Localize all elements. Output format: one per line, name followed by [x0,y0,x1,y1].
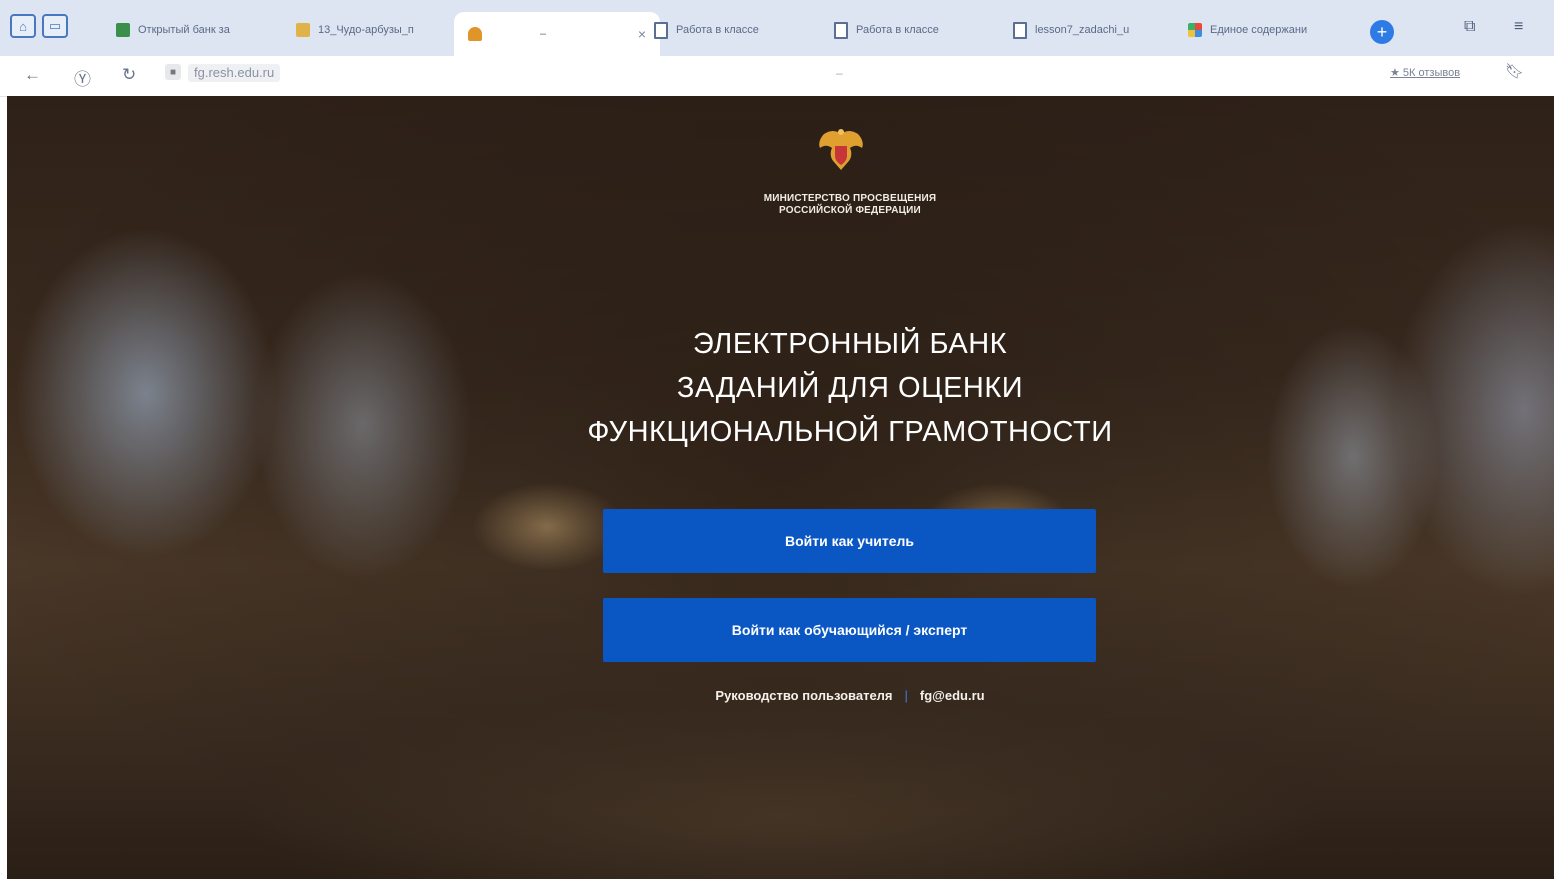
page-icon [834,21,848,39]
tabs-collection-icon[interactable]: ⧉ [1464,18,1475,36]
tab-edinoe-soderzhanie[interactable]: Единое содержани [1188,14,1348,46]
page-background [7,96,1554,879]
page-content [7,96,1554,879]
browser-tab-strip: ⌂ ▭ Открытый банк за 13_Чудо-арбузы_п – … [0,0,1554,56]
url-field[interactable]: fg.resh.edu.ru [188,64,281,82]
menu-icon[interactable]: ≡ [1514,18,1523,36]
tab-open-bank[interactable]: Открытый банк за [116,14,266,46]
bookmark-icon[interactable]: 🔖︎ [1505,62,1524,80]
back-arrow-icon[interactable]: ← [24,65,41,85]
tab-active[interactable]: – × [454,12,660,56]
tab-strip-left-controls: ⌂ ▭ [10,14,68,38]
tab-rabota-v-klasse-1[interactable]: Работа в классе [654,14,804,46]
colorful-favicon-icon [1188,23,1202,37]
yandex-icon[interactable]: Ⓨ [74,65,91,90]
emblem-favicon-icon [468,27,482,41]
reload-icon[interactable]: ↻ [122,65,136,85]
new-tab-button[interactable]: + [1370,20,1394,44]
page-title-placeholder: – [836,66,843,80]
tab-rabota-v-klasse-2[interactable]: Работа в классе [834,14,984,46]
home-icon[interactable]: ⌂ [10,14,36,38]
doc-favicon-icon [296,23,310,37]
tab-manager-icon[interactable]: ▭ [42,14,68,38]
edu-favicon-icon [116,23,130,37]
lock-icon[interactable]: ■ [165,64,181,80]
tab-close-icon[interactable]: × [638,26,646,42]
reviews-link[interactable]: ★ 5К отзывов [1390,66,1460,79]
tab-chudo-arbuzy[interactable]: 13_Чудо-арбузы_п [296,14,446,46]
page-icon [654,21,668,39]
tab-lesson7[interactable]: lesson7_zadachi_u [1013,14,1163,46]
page-icon [1013,21,1027,39]
